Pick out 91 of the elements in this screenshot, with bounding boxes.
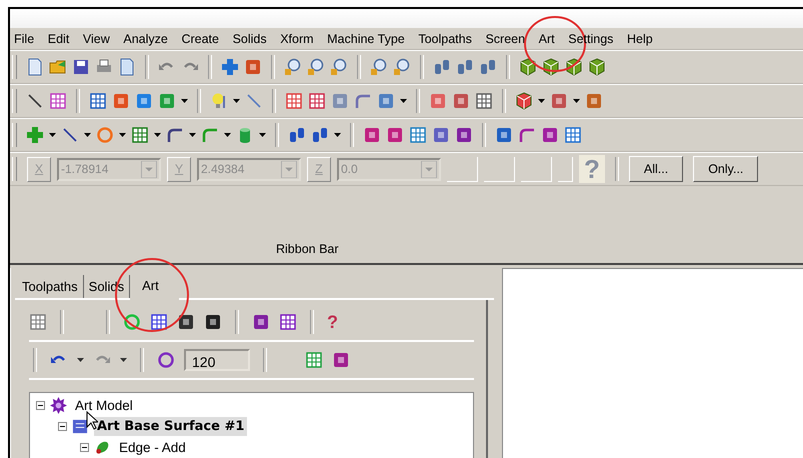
curve-icon[interactable] xyxy=(166,126,184,144)
page-icon[interactable] xyxy=(26,58,44,76)
plus-icon[interactable] xyxy=(26,126,44,144)
line-icon[interactable] xyxy=(61,126,79,144)
ribbon-bar-label: Ribbon Bar xyxy=(276,242,339,256)
collapse-toggle-icon[interactable] xyxy=(36,401,45,410)
curve-icon[interactable] xyxy=(518,126,536,144)
caret-icon[interactable] xyxy=(189,133,196,137)
grid-icon[interactable] xyxy=(49,92,67,110)
circle-icon[interactable] xyxy=(123,313,141,331)
grid-icon[interactable] xyxy=(89,92,107,110)
magnifier-icon[interactable] xyxy=(370,58,388,76)
grid-icon[interactable] xyxy=(279,313,297,331)
caret-icon[interactable] xyxy=(538,99,545,103)
menu-item[interactable]: Screen xyxy=(485,32,526,46)
help-icon[interactable]: ? xyxy=(327,312,338,332)
binoculars-icon[interactable] xyxy=(456,58,474,76)
cube-icon[interactable] xyxy=(542,58,560,76)
curve-icon[interactable] xyxy=(354,92,372,110)
square-icon[interactable] xyxy=(455,126,473,144)
grid-icon[interactable] xyxy=(308,92,326,110)
menu-item[interactable]: Edit xyxy=(48,32,70,46)
filter-button[interactable]: Only... xyxy=(693,156,758,182)
menu-item[interactable]: Art xyxy=(538,32,555,46)
binoculars-icon[interactable] xyxy=(311,126,329,144)
binoculars-icon[interactable] xyxy=(479,58,497,76)
grid-icon[interactable] xyxy=(564,126,582,144)
menu-item[interactable]: File xyxy=(14,32,34,46)
caret-icon[interactable] xyxy=(259,133,266,137)
page-icon[interactable] xyxy=(118,58,136,76)
cube-icon[interactable] xyxy=(515,92,533,110)
binoculars-icon[interactable] xyxy=(433,58,451,76)
caret-icon[interactable] xyxy=(573,99,580,103)
grid-icon[interactable] xyxy=(131,126,149,144)
surface-icon xyxy=(72,418,89,435)
panel-tab[interactable]: Toolpaths xyxy=(17,275,84,298)
blank-field[interactable] xyxy=(484,156,515,182)
caret-icon[interactable] xyxy=(334,133,341,137)
caret-icon[interactable] xyxy=(77,358,84,362)
mouse-cursor-icon xyxy=(86,411,98,430)
magnifier-icon[interactable] xyxy=(393,58,411,76)
menu-item[interactable]: Toolpaths xyxy=(418,32,472,46)
caret-icon[interactable] xyxy=(224,133,231,137)
caret-icon[interactable] xyxy=(233,99,240,103)
caret-icon[interactable] xyxy=(400,99,407,103)
magnifier-icon[interactable] xyxy=(330,58,348,76)
grid-icon[interactable] xyxy=(150,313,168,331)
binoculars-icon[interactable] xyxy=(288,126,306,144)
grid-icon[interactable] xyxy=(285,92,303,110)
filter-button[interactable]: All... xyxy=(628,156,684,182)
collapse-toggle-icon[interactable] xyxy=(80,443,89,452)
menu-item[interactable]: Solids xyxy=(232,32,267,46)
leaf-icon xyxy=(94,439,111,456)
square-icon[interactable] xyxy=(204,313,222,331)
folder-icon[interactable] xyxy=(49,58,67,76)
gear-icon xyxy=(50,397,67,414)
tree-item[interactable]: Art Model xyxy=(72,396,136,415)
circle-icon[interactable] xyxy=(157,351,175,369)
menu-item[interactable]: View xyxy=(82,32,110,46)
menu-item[interactable]: Create xyxy=(181,32,219,46)
square-icon[interactable] xyxy=(252,313,270,331)
caret-icon[interactable] xyxy=(49,133,56,137)
tree-item[interactable]: Art Base Surface #1 xyxy=(94,417,248,436)
line-icon[interactable] xyxy=(26,92,44,110)
caret-icon[interactable] xyxy=(119,133,126,137)
magnifier-icon[interactable] xyxy=(307,58,325,76)
caret-icon[interactable] xyxy=(84,133,91,137)
menu-item[interactable]: Analyze xyxy=(123,32,168,46)
square-icon[interactable] xyxy=(177,313,195,331)
grid-icon[interactable] xyxy=(409,126,427,144)
grid-icon[interactable] xyxy=(305,351,323,369)
blank-field[interactable] xyxy=(447,156,478,182)
caret-icon[interactable] xyxy=(154,133,161,137)
grid-icon[interactable] xyxy=(475,92,493,110)
blank-field[interactable] xyxy=(521,156,552,182)
menu-item[interactable]: Machine Type xyxy=(327,32,405,46)
magnifier-icon[interactable] xyxy=(284,58,302,76)
menu-item[interactable]: Help xyxy=(627,32,653,46)
cube-icon[interactable] xyxy=(519,58,537,76)
cube-icon[interactable] xyxy=(588,58,606,76)
blank-field[interactable] xyxy=(558,156,573,182)
caret-icon[interactable] xyxy=(120,358,127,362)
collapse-toggle-icon[interactable] xyxy=(58,422,67,431)
plus-icon[interactable] xyxy=(221,58,239,76)
caret-icon[interactable] xyxy=(181,99,188,103)
menu-item[interactable]: Xform xyxy=(280,32,314,46)
bulb-icon[interactable] xyxy=(210,92,228,110)
cube-icon[interactable] xyxy=(565,58,583,76)
grid-icon[interactable] xyxy=(29,313,47,331)
tree-item[interactable]: Edge - Add xyxy=(116,438,189,457)
value-field[interactable]: 120 xyxy=(184,349,250,371)
